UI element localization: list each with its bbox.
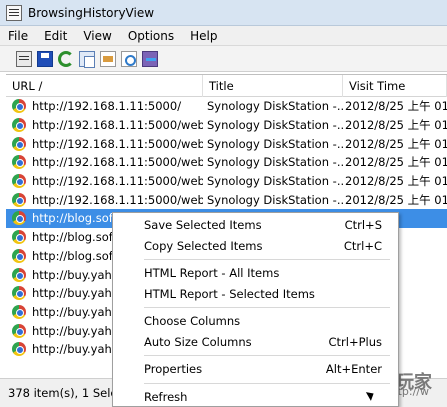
find-icon[interactable] [121,50,137,67]
title-cell: Synology DiskStation -... [207,136,343,151]
column-title[interactable]: Title [203,75,343,97]
menu-separator [144,259,390,260]
menu-separator [144,307,390,308]
browser-icon [12,118,26,133]
toolbar [0,46,447,72]
app-icon [6,4,22,21]
menu-html-report-all-items[interactable]: HTML Report - All Items [113,263,398,284]
menu-copy-selected-items[interactable]: Copy Selected Items Ctrl+C [113,236,398,257]
title-bar: BrowsingHistoryView [0,0,447,26]
browser-icon [12,211,26,226]
browser-icon [12,99,26,114]
column-visit-time[interactable]: Visit Time [343,75,447,97]
time-cell: 2012/8/25 上午 01 [345,155,447,170]
menu-item-label: Save Selected Items [144,218,262,233]
column-url[interactable]: URL / [6,75,203,97]
browser-icon [12,192,26,207]
menu-auto-size-columns[interactable]: Auto Size Columns Ctrl+Plus [113,332,398,353]
menu-shortcut: Ctrl+C [343,238,382,253]
browser-icon [12,304,26,319]
menu-properties[interactable]: Properties Alt+Enter [113,359,398,380]
properties-icon[interactable] [16,50,32,67]
menu-shortcut: Ctrl+Plus [328,334,382,349]
menu-options[interactable]: Options [120,26,182,46]
menu-bar: File Edit View Options Help [0,26,447,46]
browser-icon [12,286,26,301]
browser-icon [12,136,26,151]
url-cell: http://192.168.1.11:5000/webm... [32,136,203,151]
browser-icon [12,267,26,282]
url-cell: http://192.168.1.11:5000/ [32,99,182,114]
menu-html-report-selected-items[interactable]: HTML Report - Selected Items [113,284,398,305]
browser-icon [12,174,26,189]
browser-icon [12,230,26,245]
menu-shortcut: Alt+Enter [325,362,382,377]
menu-separator [144,355,390,356]
time-cell: 2012/8/25 上午 01 [345,174,447,189]
status-text: 378 item(s), 1 Select [8,386,129,400]
browser-icon [12,342,26,357]
menu-item-label: Properties [144,362,203,377]
table-row[interactable]: http://192.168.1.11:5000/webm... Synology… [6,190,447,209]
menu-separator [144,382,390,384]
table-row[interactable]: http://192.168.1.11:5000/webm... Synology… [6,153,447,172]
browser-icon [12,323,26,338]
table-header: URL / Title Visit Time [6,75,447,97]
menu-view[interactable]: View [75,26,119,46]
menu-item-label: Refresh [144,389,188,404]
menu-shortcut: Ctrl+S [344,218,382,233]
url-cell: http://192.168.1.11:5000/webm... [32,155,203,170]
menu-refresh[interactable]: Refresh [113,387,398,407]
table-row[interactable]: http://192.168.1.11:5000/Synology DiskSt… [6,97,447,116]
menu-item-label: HTML Report - Selected Items [144,286,315,301]
browser-icon [12,155,26,170]
copy-icon[interactable] [79,50,95,68]
menu-item-label: Auto Size Columns [144,334,252,349]
menu-item-label: HTML Report - All Items [144,266,280,281]
url-cell: http://192.168.1.11:5000/webm... [32,118,203,133]
html-report-icon[interactable] [100,50,116,67]
table-row[interactable]: http://192.168.1.11:5000/webm... Synology… [6,134,447,153]
title-cell: Synology DiskStation -... [207,192,343,207]
url-cell: http://192.168.1.11:5000/webm... [32,192,203,207]
url-cell: http://192.168.1.11:5000/webm... [32,174,203,189]
menu-choose-columns[interactable]: Choose Columns [113,311,398,332]
menu-item-label: Choose Columns [144,314,241,329]
menu-help[interactable]: Help [182,26,225,46]
refresh-icon[interactable] [58,50,74,67]
table-row[interactable]: http://192.168.1.11:5000/webm... Synology… [6,172,447,191]
window-title: BrowsingHistoryView [28,5,155,20]
browser-icon [12,248,26,263]
time-cell: 2012/8/25 上午 01 [345,99,447,114]
time-cell: 2012/8/25 上午 01 [345,118,447,133]
time-cell: 2012/8/25 上午 01 [345,136,447,151]
time-cell: 2012/8/25 上午 01 [345,192,447,207]
menu-save-selected-items[interactable]: Save Selected Items Ctrl+S [113,215,398,236]
save-icon[interactable] [37,50,53,67]
context-menu: Save Selected Items Ctrl+S Copy Selected … [112,212,399,407]
menu-item-label: Copy Selected Items [144,238,263,253]
title-cell: Synology DiskStation -... [207,118,343,133]
title-cell: Synology DiskStation -... [207,155,343,170]
exit-icon[interactable] [142,50,158,67]
menu-edit[interactable]: Edit [36,26,75,46]
title-cell: Synology DiskStation -... [207,99,343,114]
table-row[interactable]: http://192.168.1.11:5000/webm... Synology… [6,116,447,135]
menu-file[interactable]: File [0,26,36,46]
title-cell: Synology DiskStation -... [207,174,343,189]
